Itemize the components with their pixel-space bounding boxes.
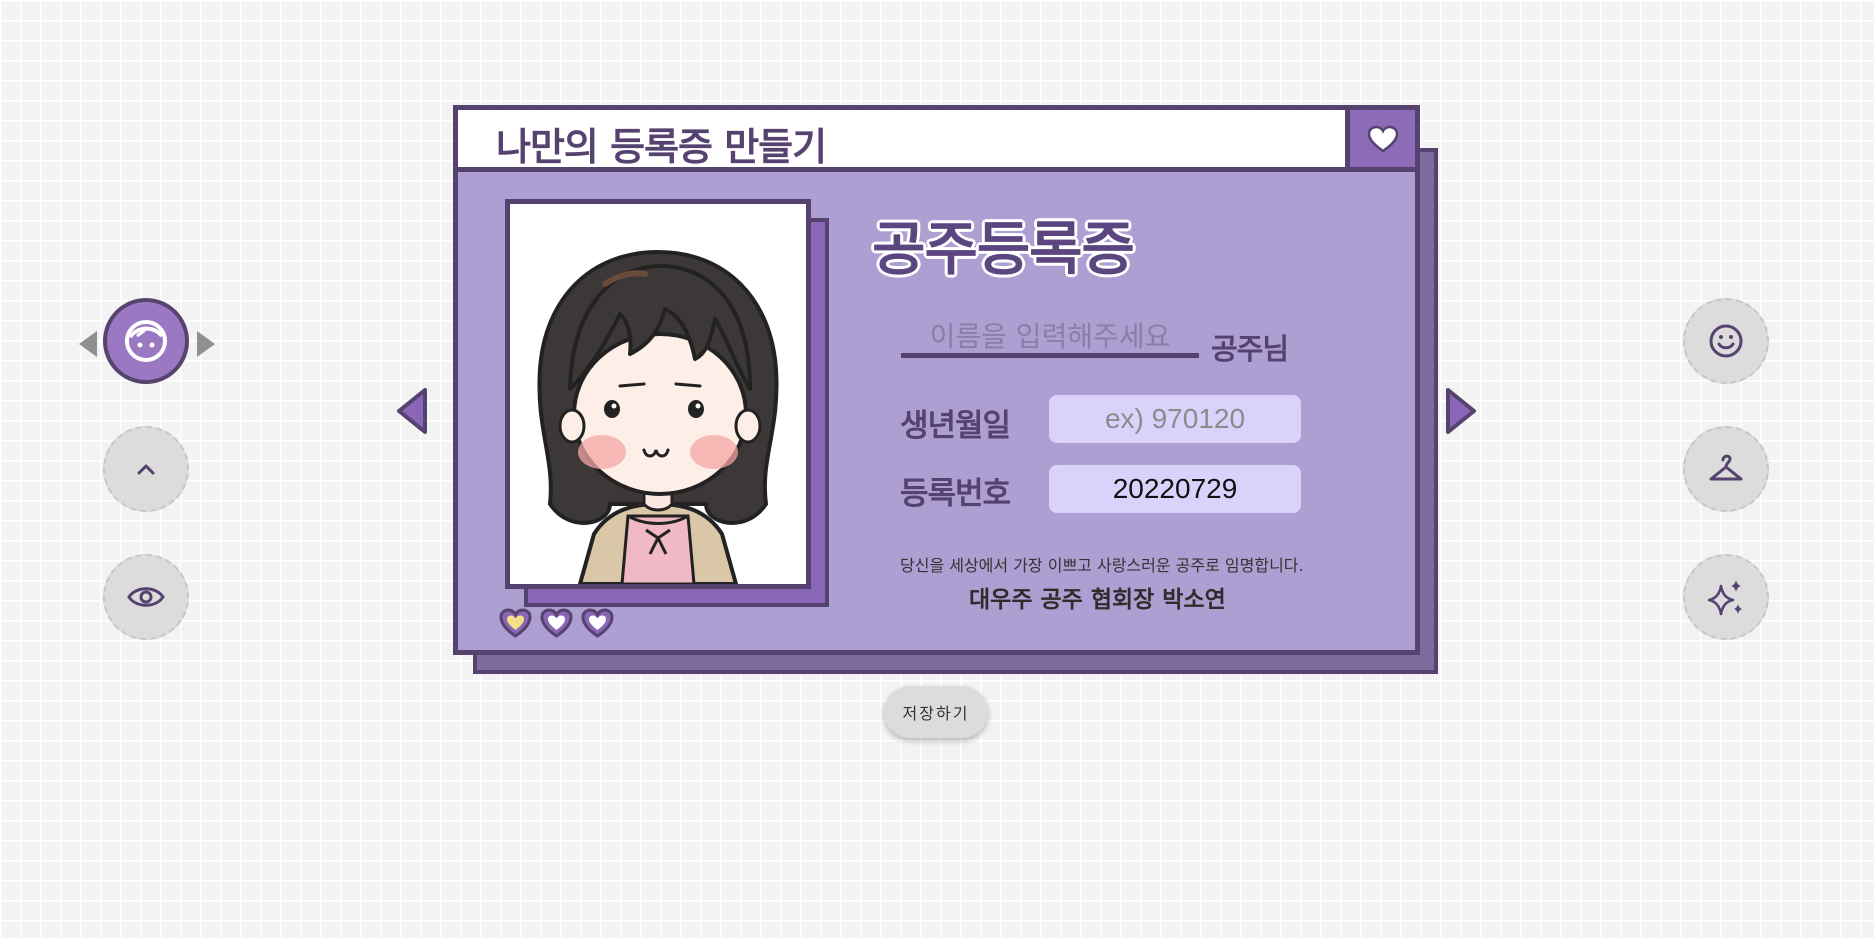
id-card: 나만의 등록증 만들기 공주등록증 이름을 입력해주세요 공주님 생년월일 ex… (453, 105, 1420, 655)
favorite-button[interactable] (1350, 110, 1415, 172)
name-suffix: 공주님 (1211, 332, 1289, 366)
sparkle-icon (1707, 580, 1742, 616)
card-title: 나만의 등록증 만들기 (496, 125, 827, 169)
card-heading: 공주등록증 (872, 215, 1135, 283)
birthdate-label: 생년월일 (900, 408, 1011, 444)
card-next-arrow[interactable] (1444, 386, 1478, 440)
visibility-button[interactable] (103, 554, 189, 640)
name-input[interactable] (901, 320, 1199, 358)
clothes-tool-button[interactable] (1683, 426, 1769, 512)
face-icon (125, 320, 167, 362)
prev-face-arrow[interactable] (79, 331, 97, 357)
registration-label: 등록번호 (900, 476, 1011, 512)
character-illustration (537, 249, 779, 584)
registration-input[interactable] (1049, 465, 1301, 513)
heart-icon[interactable] (580, 607, 615, 639)
eye-icon (127, 587, 165, 607)
heart-icon[interactable] (498, 607, 533, 639)
effects-tool-button[interactable] (1683, 554, 1769, 640)
heart-icon (1367, 125, 1398, 153)
save-button[interactable]: 저장하기 (884, 686, 988, 738)
heart-rating (498, 607, 615, 639)
card-prev-arrow[interactable] (395, 386, 429, 440)
heart-icon[interactable] (539, 607, 574, 639)
move-up-button[interactable] (103, 426, 189, 512)
chevron-up-icon (137, 464, 155, 475)
signature: 대우주 공주 협회장 박소연 (969, 587, 1226, 613)
face-tool-button[interactable] (103, 298, 189, 384)
card-title-bar: 나만의 등록증 만들기 (458, 110, 1350, 172)
appointment-statement: 당신을 세상에서 가장 이쁘고 사랑스러운 공주로 임명합니다. (900, 556, 1304, 575)
next-face-arrow[interactable] (197, 331, 215, 357)
character-photo (505, 199, 811, 589)
expression-tool-button[interactable] (1683, 298, 1769, 384)
smiley-icon (1709, 324, 1743, 358)
birthdate-input[interactable] (1049, 395, 1301, 443)
hanger-icon (1709, 454, 1743, 481)
